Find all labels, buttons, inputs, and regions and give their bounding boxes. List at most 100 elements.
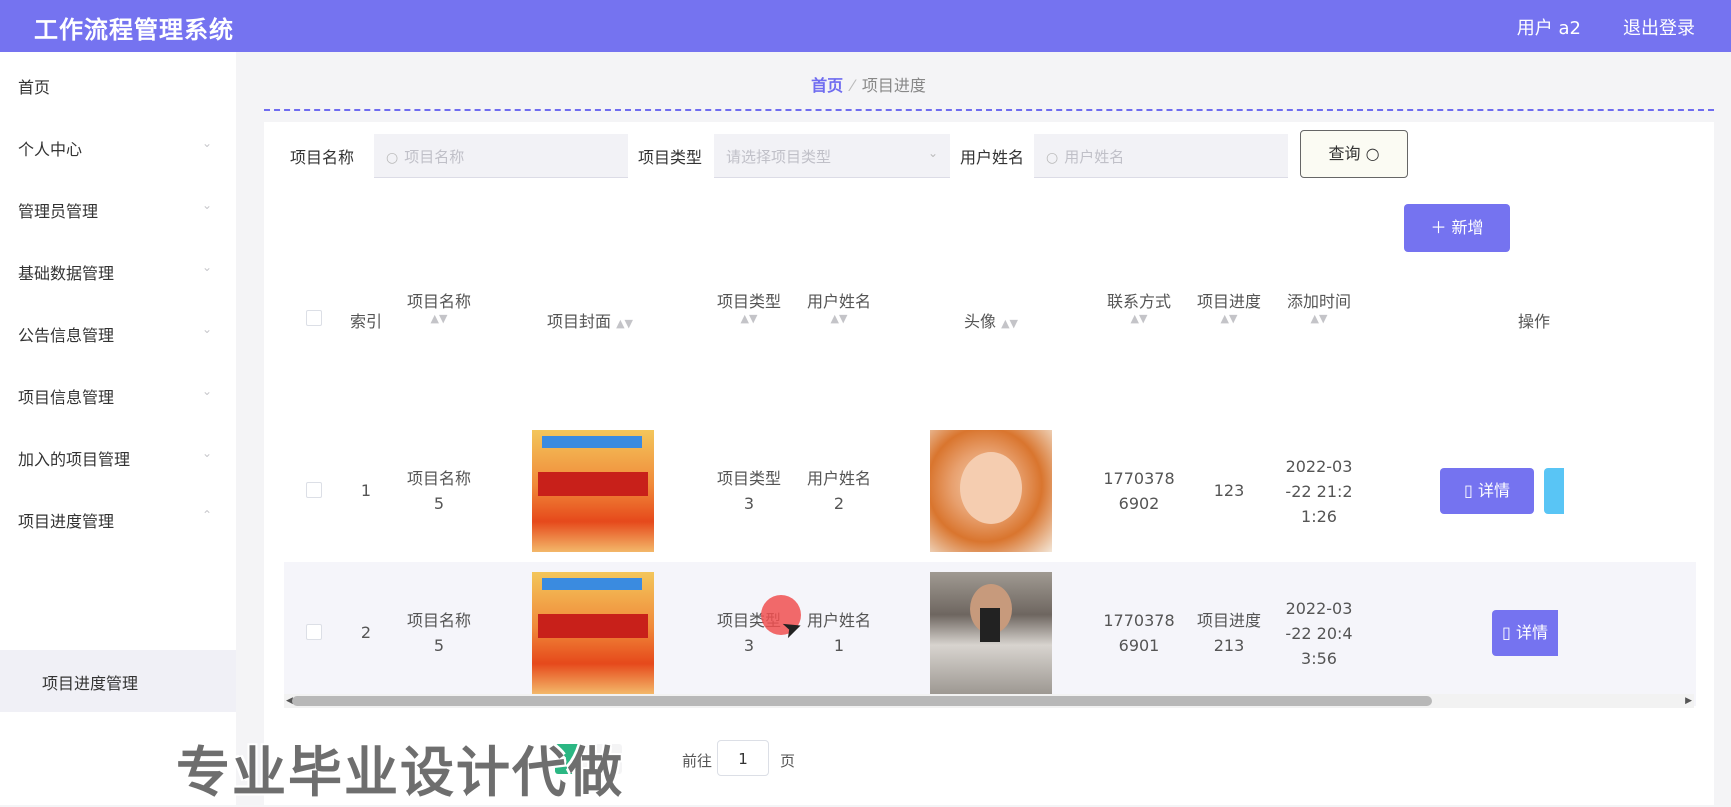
scrollbar-thumb[interactable] (292, 696, 1432, 706)
cell-progress: 项目进度 213 (1184, 608, 1274, 658)
row-checkbox[interactable] (306, 624, 322, 640)
cell-user-name-line: 2 (833, 494, 845, 513)
cover-sky-decoration (542, 436, 642, 448)
table-header: 索引 项目名称 ▲▼ 项目封面 ▲▼ 项目类型 ▲▼ 用户姓名 ▲▼ 头像 ▲▼… (284, 270, 1696, 400)
search-icon: ○ (1046, 150, 1059, 166)
pager-jump-input[interactable]: 1 (717, 740, 769, 776)
filter-type-label: 项目类型 (638, 148, 703, 167)
header-project-cover-label: 项目封面 (546, 312, 611, 331)
header-user-name[interactable]: 用户姓名 ▲▼ (794, 288, 884, 325)
cell-index: 1 (360, 481, 372, 500)
row-checkbox[interactable] (306, 482, 322, 498)
sort-icon[interactable]: ▲▼ (394, 312, 484, 325)
header-project-cover[interactable]: 项目封面 ▲▼ (520, 308, 660, 332)
header-time-label: 添加时间 (1286, 292, 1351, 311)
sidebar-item-home[interactable]: 首页 (0, 52, 236, 120)
search-icon: ○ (1365, 144, 1380, 163)
detail-button[interactable]: ▯ 详情 (1492, 610, 1558, 656)
sidebar-item-project-info[interactable]: 项目信息管理 ⌄ (0, 362, 236, 430)
user-name-placeholder: 用户姓名 (1064, 148, 1125, 166)
scroll-right-icon[interactable]: ▶ (1685, 694, 1692, 708)
cover-banner-decoration (538, 614, 648, 638)
header-time[interactable]: 添加时间 ▲▼ (1274, 288, 1364, 325)
detail-button[interactable]: ▯ 详情 (1440, 468, 1534, 514)
project-name-input[interactable]: ○ 项目名称 (374, 134, 628, 178)
phone-icon (980, 608, 1000, 642)
sidebar-item-label: 管理员管理 (18, 202, 99, 221)
sidebar-item-label: 基础数据管理 (18, 264, 115, 283)
cover-sky-decoration (542, 578, 642, 590)
breadcrumb-current: 项目进度 (861, 76, 926, 95)
cell-time-line: -22 20:4 (1285, 624, 1353, 643)
sidebar-item-announcements[interactable]: 公告信息管理 ⌄ (0, 300, 236, 368)
sidebar-item-label: 项目进度管理 (18, 512, 115, 531)
cell-contact: 1770378 6901 (1094, 608, 1184, 658)
sort-icon[interactable]: ▲▼ (1184, 312, 1274, 325)
project-type-select[interactable]: 请选择项目类型 ⌄ (714, 134, 950, 178)
project-cover-image[interactable] (532, 572, 654, 694)
chevron-down-icon: ⌄ (927, 146, 938, 160)
detail-button-label: 详情 (1477, 481, 1510, 500)
sort-icon[interactable]: ▲▼ (794, 312, 884, 325)
breadcrumb: 首页 ⁄ 项目进度 (236, 72, 1501, 96)
sidebar-item-basic-data[interactable]: 基础数据管理 ⌄ (0, 238, 236, 306)
pager-goto-label: 前往 (682, 752, 713, 770)
cell-contact-line: 6901 (1118, 636, 1160, 655)
detail-button-label: 详情 (1515, 623, 1548, 642)
cell-contact-line: 6902 (1118, 494, 1160, 513)
cell-user-name: 用户姓名 1 (794, 608, 884, 658)
sort-icon[interactable]: ▲▼ (1274, 312, 1364, 325)
cell-project-name-line: 项目名称 (406, 611, 471, 630)
cell-project-name-line: 5 (433, 494, 445, 513)
add-button[interactable]: ＋ 新增 (1404, 204, 1510, 252)
cell-project-name-line: 项目名称 (406, 469, 471, 488)
sidebar-subitem-progress-management[interactable]: 项目进度管理 (0, 650, 236, 712)
query-button[interactable]: 查询 ○ (1300, 130, 1408, 178)
cell-index: 2 (360, 623, 372, 642)
header-progress[interactable]: 项目进度 ▲▼ (1184, 288, 1274, 325)
sidebar-item-label: 项目信息管理 (18, 388, 115, 407)
project-name-placeholder: 项目名称 (404, 148, 465, 166)
document-icon: ▯ (1464, 481, 1473, 500)
cover-banner-decoration (538, 472, 648, 496)
sort-icon[interactable]: ▲▼ (704, 312, 794, 325)
cell-project-name: 项目名称 5 (394, 608, 484, 658)
avatar-image[interactable] (930, 572, 1052, 694)
project-cover-image[interactable] (532, 430, 654, 552)
cell-project-type: 项目类型 3 (704, 466, 794, 516)
horizontal-scrollbar[interactable]: ◀ ▶ (284, 694, 1694, 708)
breadcrumb-home[interactable]: 首页 (811, 76, 843, 95)
header-project-name[interactable]: 项目名称 ▲▼ (394, 288, 484, 325)
edit-button[interactable] (1544, 468, 1564, 514)
select-all-checkbox[interactable] (306, 310, 322, 326)
header-avatar-label: 头像 (963, 312, 996, 331)
logout-button[interactable]: 退出登录 (1623, 14, 1695, 40)
sidebar-item-personal-center[interactable]: 个人中心 ⌄ (0, 114, 236, 182)
pager-page-suffix: 页 (780, 752, 796, 770)
cell-contact: 1770378 6902 (1094, 466, 1184, 516)
sort-icon[interactable]: ▲▼ (1001, 317, 1018, 330)
sort-icon[interactable]: ▲▼ (616, 317, 633, 330)
cell-progress-line: 123 (1213, 481, 1245, 500)
header-contact-label: 联系方式 (1106, 292, 1171, 311)
user-name-input[interactable]: ○ 用户姓名 (1034, 134, 1288, 178)
content-panel: 项目名称 ○ 项目名称 项目类型 请选择项目类型 ⌄ 用户姓名 ○ 用户姓名 查询 … (264, 122, 1714, 805)
header-avatar[interactable]: 头像 ▲▼ (936, 308, 1046, 332)
sort-icon[interactable]: ▲▼ (1094, 312, 1184, 325)
chevron-down-icon: ⌄ (201, 136, 212, 150)
sidebar: 首页 个人中心 ⌄ 管理员管理 ⌄ 基础数据管理 ⌄ 公告信息管理 ⌄ 项目信息… (0, 52, 236, 805)
sidebar-item-progress-management[interactable]: 项目进度管理 ⌃ (0, 486, 236, 554)
header-user-name-label: 用户姓名 (806, 292, 871, 311)
header-project-type-label: 项目类型 (716, 292, 781, 311)
cell-project-name: 项目名称 5 (394, 466, 484, 516)
header-contact[interactable]: 联系方式 ▲▼ (1094, 288, 1184, 325)
chevron-up-icon: ⌃ (201, 508, 212, 522)
sidebar-item-label: 个人中心 (18, 140, 83, 159)
divider (264, 109, 1714, 111)
header-project-type[interactable]: 项目类型 ▲▼ (704, 288, 794, 325)
avatar-image[interactable] (930, 430, 1052, 552)
header-index: 索引 (349, 312, 382, 331)
document-icon: ▯ (1502, 623, 1511, 642)
sidebar-item-joined-projects[interactable]: 加入的项目管理 ⌄ (0, 424, 236, 492)
sidebar-item-admin-management[interactable]: 管理员管理 ⌄ (0, 176, 236, 244)
